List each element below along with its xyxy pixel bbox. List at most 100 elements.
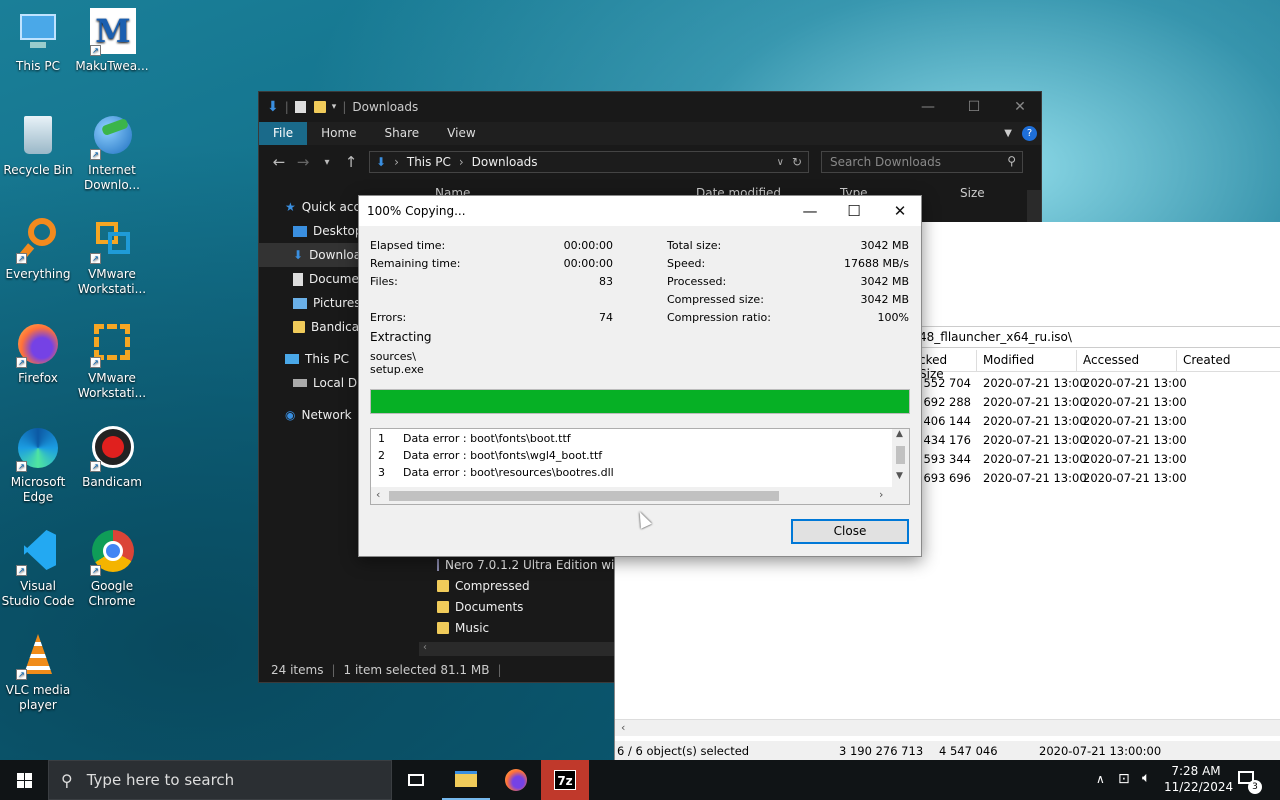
modified-date: 2020-07-21 13:00:00 [1039, 744, 1162, 758]
nav-label: Desktop [313, 224, 363, 238]
desktop-icon-vmware-1[interactable]: ↗ VMware Workstati... [74, 216, 150, 297]
start-button[interactable] [0, 760, 48, 800]
vertical-scrollbar[interactable]: ▲ ▼ [892, 429, 909, 488]
minimize-button[interactable]: — [787, 196, 833, 226]
properties-icon[interactable] [294, 101, 306, 113]
magnifier-icon: ↗ [14, 216, 62, 264]
breadcrumb-downloads[interactable]: Downloads [472, 155, 538, 169]
close-window-button[interactable]: ✕ [997, 92, 1043, 122]
horizontal-scrollbar[interactable]: ‹ [615, 719, 1280, 736]
elapsed-label: Elapsed time: [370, 239, 446, 252]
copy-progress-dialog[interactable]: 100% Copying... — ☐ ✕ Elapsed time: 00:0… [358, 195, 922, 557]
desktop-icon-vscode[interactable]: ↗ Visual Studio Code [0, 528, 76, 609]
cell-modified: 2020-07-21 13:00 [983, 471, 1087, 485]
up-arrow-icon[interactable]: ↑ [339, 153, 363, 171]
horizontal-scrollbar[interactable]: ‹ [419, 642, 615, 656]
list-item[interactable]: Compressed [419, 575, 615, 596]
scroll-up-icon[interactable]: ▲ [896, 429, 903, 439]
cell-modified: 2020-07-21 13:00 [983, 395, 1087, 409]
desktop-icon-this-pc[interactable]: This PC [0, 8, 76, 74]
desktop-icon-recycle-bin[interactable]: Recycle Bin [0, 112, 76, 178]
desktop-folder-icon [293, 225, 307, 237]
taskbar-7zip[interactable]: 7z [541, 760, 589, 800]
list-item[interactable]: Nero 7.0.1.2 Ultra Edition with [419, 554, 615, 575]
column-modified[interactable]: Modified [977, 350, 1077, 371]
tab-view[interactable]: View [433, 122, 489, 145]
explorer-titlebar[interactable]: ⬇ | ▾ | Downloads — ☐ ✕ [259, 92, 1041, 122]
tab-share[interactable]: Share [371, 122, 434, 145]
desktop-icon-bandicam[interactable]: ↗ Bandicam [74, 424, 150, 490]
column-created[interactable]: Created [1177, 350, 1277, 371]
scroll-left-icon[interactable]: ‹ [621, 721, 625, 734]
taskbar-file-explorer[interactable] [442, 760, 490, 800]
desktop-icon-label: Internet Downlo... [84, 163, 140, 192]
desktop-icon-edge[interactable]: ↗ Microsoft Edge [0, 424, 76, 505]
column-size[interactable]: Size [960, 186, 985, 200]
scroll-down-icon[interactable]: ▼ [896, 471, 903, 481]
address-dropdown-icon[interactable]: ∨ [777, 157, 784, 168]
new-folder-icon[interactable] [313, 101, 326, 113]
list-item[interactable]: Documents [419, 596, 615, 617]
close-dialog-button[interactable]: ✕ [877, 196, 923, 226]
windows-logo-icon [16, 772, 32, 788]
expand-ribbon-icon[interactable]: ▼ [1004, 128, 1012, 139]
desktop-icon-makutweaker[interactable]: M ↗ MakuTwea... [74, 8, 150, 74]
maximize-button[interactable]: ☐ [951, 92, 997, 122]
network-icon[interactable]: ⊡ [1118, 771, 1130, 787]
desktop-icon-firefox[interactable]: ↗ Firefox [0, 320, 76, 386]
refresh-icon[interactable]: ↻ [792, 155, 802, 169]
scroll-right-icon[interactable]: › [879, 488, 883, 501]
list-item[interactable]: Music [419, 617, 615, 638]
desktop-icon-chrome[interactable]: ↗ Google Chrome [74, 528, 150, 609]
scroll-thumb[interactable] [389, 491, 779, 501]
cell-accessed: 2020-07-21 13:00 [1083, 376, 1187, 390]
desktop-icon-idm[interactable]: ↗ Internet Downlo... [74, 112, 150, 193]
taskbar-search-input[interactable]: ⚲ Type here to search [48, 760, 392, 800]
column-accessed[interactable]: Accessed [1077, 350, 1177, 371]
speed-label: Speed: [667, 257, 706, 270]
horizontal-scrollbar[interactable]: ‹ › [371, 487, 909, 504]
forward-arrow-icon[interactable]: → [291, 153, 315, 171]
task-view-button[interactable] [392, 760, 440, 800]
star-icon: ★ [285, 200, 296, 214]
desktop-icon-label: VMware Workstati... [77, 371, 147, 400]
taskbar-firefox[interactable] [492, 760, 540, 800]
scroll-thumb[interactable] [896, 446, 905, 464]
search-icon: ⚲ [61, 770, 73, 790]
firefox-icon [505, 769, 527, 791]
remaining-value: 00:00:00 [563, 257, 613, 270]
scroll-left-icon[interactable]: ‹ [376, 488, 380, 501]
volume-icon[interactable]: 🔈︎ [1142, 770, 1150, 786]
search-placeholder: Type here to search [86, 771, 235, 789]
total-size-value: 3042 MB [860, 239, 909, 252]
breadcrumb-this-pc[interactable]: This PC [407, 155, 451, 169]
notification-badge: 3 [1248, 780, 1262, 794]
selection-count: 6 / 6 object(s) selected [617, 744, 750, 758]
notification-center-button[interactable]: 3 [1234, 768, 1262, 794]
current-action: Extracting [370, 330, 432, 344]
total-size-label: Total size: [667, 239, 722, 252]
address-bar[interactable]: ⬇ › This PC › Downloads ∨ ↻ [369, 151, 809, 173]
selection-info: 1 item selected 81.1 MB [343, 663, 490, 677]
quick-access-dropdown-icon[interactable]: ▾ [332, 102, 337, 112]
tab-file[interactable]: File [259, 122, 308, 145]
desktop-icon-vlc[interactable]: ↗ VLC media player [0, 632, 76, 713]
search-input[interactable]: Search Downloads ⚲ [821, 151, 1023, 173]
recycle-bin-icon [14, 112, 62, 160]
help-icon[interactable]: ? [1022, 126, 1037, 141]
recent-dropdown-icon[interactable]: ▾ [315, 157, 339, 168]
tab-home[interactable]: Home [307, 122, 370, 145]
minimize-button[interactable]: — [905, 92, 951, 122]
show-hidden-icons-chevron[interactable]: ∧ [1096, 772, 1105, 786]
dialog-titlebar[interactable]: 100% Copying... — ☐ ✕ [359, 196, 921, 226]
close-button[interactable]: Close [791, 519, 909, 544]
error-list[interactable]: 1 Data error : boot\fonts\boot.ttf 2 Data … [370, 428, 910, 505]
desktop-icon-everything[interactable]: ↗ Everything [0, 216, 76, 282]
back-arrow-icon[interactable]: ← [267, 153, 291, 171]
maximize-button[interactable]: ☐ [831, 196, 877, 226]
clock-date: 11/22/2024 [1164, 780, 1234, 794]
clock[interactable]: 7:28 AM 11/22/2024 [1164, 763, 1234, 795]
elapsed-value: 00:00:00 [563, 239, 613, 252]
desktop-icon-vmware-2[interactable]: ↗ VMware Workstati... [74, 320, 150, 401]
error-number: 3 [378, 466, 385, 479]
